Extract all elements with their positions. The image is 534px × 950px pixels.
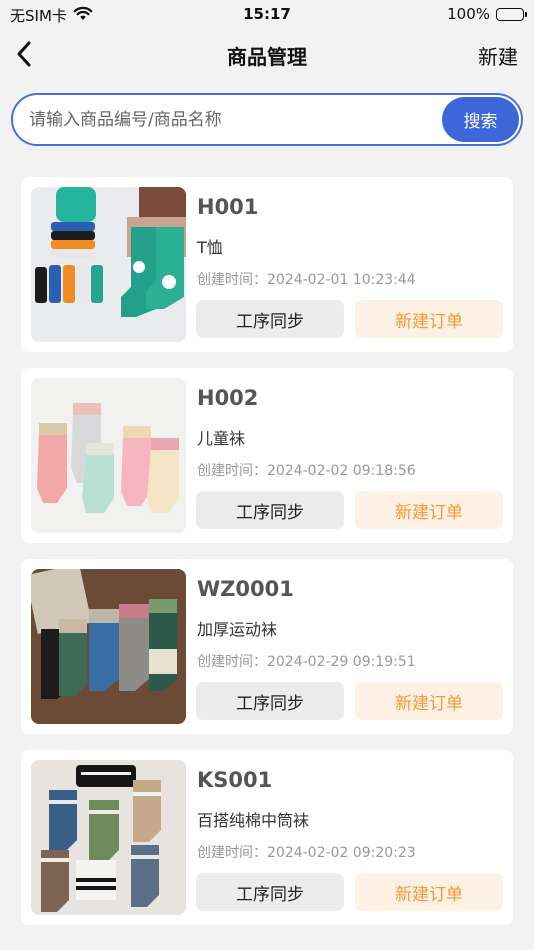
process-sync-button[interactable]: 工序同步 — [196, 873, 344, 911]
process-sync-button[interactable]: 工序同步 — [196, 491, 344, 529]
create-button[interactable]: 新建 — [478, 41, 518, 70]
nav-bar: 商品管理 新建 — [0, 30, 534, 78]
product-image — [31, 378, 186, 533]
back-button[interactable] — [8, 38, 40, 70]
product-name: T恤 — [197, 238, 223, 257]
product-code: H001 — [197, 195, 259, 219]
product-code: KS001 — [197, 768, 273, 792]
process-sync-button[interactable]: 工序同步 — [196, 682, 344, 720]
status-right: 100% — [447, 5, 527, 23]
product-created-time: 创建时间：2024-02-01 10:23:44 — [197, 272, 416, 288]
battery-icon — [496, 7, 527, 21]
product-card[interactable]: H001 T恤 创建时间：2024-02-01 10:23:44 工序同步 新建… — [21, 177, 513, 352]
product-image — [31, 760, 186, 915]
product-card[interactable]: KS001 百搭纯棉中筒袜 创建时间：2024-02-02 09:20:23 工… — [21, 750, 513, 925]
product-card[interactable]: H002 儿童袜 创建时间：2024-02-02 09:18:56 工序同步 新… — [21, 368, 513, 543]
search-bar: 搜索 — [11, 93, 523, 146]
product-name: 百搭纯棉中筒袜 — [197, 811, 310, 830]
search-button[interactable]: 搜索 — [442, 97, 519, 142]
process-sync-button[interactable]: 工序同步 — [196, 300, 344, 338]
product-image — [31, 569, 186, 724]
status-bar: 无SIM卡 15:17 100% — [0, 0, 534, 28]
product-image — [31, 187, 186, 342]
page-title: 商品管理 — [227, 45, 307, 69]
product-name: 加厚运动袜 — [197, 620, 278, 639]
product-card[interactable]: WZ0001 加厚运动袜 创建时间：2024-02-29 09:19:51 工序… — [21, 559, 513, 734]
search-input[interactable] — [29, 105, 429, 134]
battery-percent: 100% — [447, 5, 490, 23]
product-created-time: 创建时间：2024-02-02 09:20:23 — [197, 845, 416, 861]
product-created-time: 创建时间：2024-02-02 09:18:56 — [197, 463, 416, 479]
product-code: WZ0001 — [197, 577, 294, 601]
product-created-time: 创建时间：2024-02-29 09:19:51 — [197, 654, 416, 670]
new-order-button[interactable]: 新建订单 — [355, 873, 503, 911]
new-order-button[interactable]: 新建订单 — [355, 491, 503, 529]
product-name: 儿童袜 — [197, 429, 246, 448]
chevron-left-icon — [17, 41, 31, 67]
new-order-button[interactable]: 新建订单 — [355, 300, 503, 338]
new-order-button[interactable]: 新建订单 — [355, 682, 503, 720]
product-list: H001 T恤 创建时间：2024-02-01 10:23:44 工序同步 新建… — [21, 177, 513, 941]
product-code: H002 — [197, 386, 259, 410]
